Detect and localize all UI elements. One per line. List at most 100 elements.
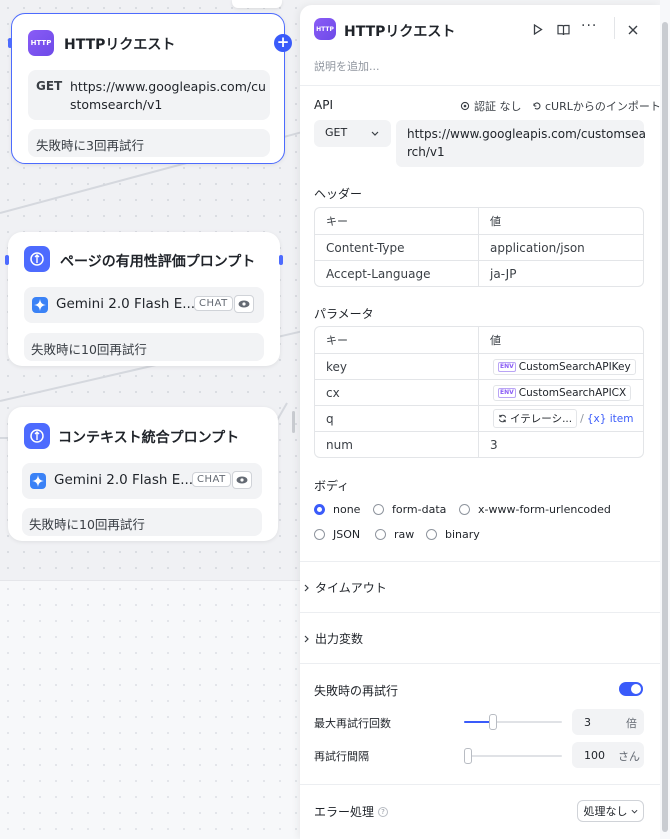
param-key[interactable]: cx bbox=[315, 380, 479, 405]
loop-variable-chip[interactable]: イテレーシ... bbox=[493, 409, 578, 428]
book-icon[interactable] bbox=[557, 24, 570, 36]
help-icon[interactable]: ? bbox=[378, 806, 389, 817]
radio-label: JSON bbox=[333, 528, 361, 541]
radio-json[interactable] bbox=[314, 529, 325, 540]
node-title: HTTPリクエスト bbox=[64, 37, 176, 53]
radio-form-data[interactable] bbox=[373, 504, 384, 515]
max-retry-label: 最大再試行回数 bbox=[314, 717, 391, 730]
node-input-port[interactable] bbox=[5, 255, 9, 265]
run-icon[interactable] bbox=[533, 24, 543, 35]
item-variable[interactable]: {x} item bbox=[587, 413, 634, 425]
chevron-down-icon bbox=[371, 131, 379, 136]
max-retry-value: 3 bbox=[584, 716, 591, 729]
description-input[interactable]: 説明を追加... bbox=[314, 58, 380, 74]
radio-urlencoded[interactable] bbox=[459, 504, 470, 515]
param-value[interactable]: ENV CustomSearchAPIKey bbox=[479, 354, 643, 379]
loop-icon bbox=[498, 414, 507, 423]
param-value[interactable]: 3 bbox=[479, 432, 643, 457]
retry-interval-input[interactable]: 100 さん bbox=[572, 742, 644, 768]
close-icon[interactable] bbox=[628, 25, 638, 35]
section-divider bbox=[300, 561, 660, 562]
table-row[interactable]: q イテレーシ... / {x} item bbox=[315, 405, 643, 431]
retry-interval-value: 100 bbox=[584, 749, 605, 762]
canvas-toolbar-edge bbox=[232, 0, 282, 8]
headers-section-label: ヘッダー bbox=[314, 187, 363, 201]
auth-button[interactable]: 認証 なし bbox=[460, 98, 522, 114]
eye-icon[interactable] bbox=[234, 295, 254, 313]
param-key[interactable]: q bbox=[315, 406, 479, 431]
url-input[interactable]: https://www.googleapis.com/customsea rch… bbox=[396, 120, 647, 167]
max-retry-unit: 倍 bbox=[626, 717, 637, 730]
resize-handle[interactable] bbox=[292, 411, 295, 433]
method-select[interactable]: GET bbox=[314, 120, 391, 147]
params-table: キー 値 key ENV CustomSearchAPIKey cx ENV Cus… bbox=[314, 326, 644, 458]
eye-icon[interactable] bbox=[232, 471, 252, 489]
radio-label: binary bbox=[445, 528, 480, 541]
max-retry-input[interactable]: 3 倍 bbox=[572, 709, 644, 735]
prompt-node-icon bbox=[24, 423, 50, 449]
radio-none[interactable] bbox=[314, 504, 325, 515]
header-key[interactable]: Content-Type bbox=[315, 235, 479, 260]
body-section-label: ボディ bbox=[314, 479, 350, 493]
timeout-section-toggle[interactable]: タイムアウト bbox=[304, 579, 387, 596]
node-model-box: Gemini 2.0 Flash E... CHAT bbox=[24, 287, 264, 323]
env-variable-chip[interactable]: ENV CustomSearchAPICX bbox=[493, 384, 632, 401]
env-variable-chip[interactable]: ENV CustomSearchAPIKey bbox=[493, 358, 636, 375]
node-http-request[interactable]: HTTP HTTPリクエスト GET https://www.googleapi… bbox=[11, 13, 285, 164]
workflow-canvas[interactable]: HTTP HTTPリクエスト GET https://www.googleapi… bbox=[0, 0, 300, 839]
radio-binary[interactable] bbox=[426, 529, 437, 540]
node-title: ページの有用性評価プロンプト bbox=[60, 254, 256, 270]
table-row[interactable]: Accept-Language ja-JP bbox=[315, 260, 643, 286]
retry-interval-unit: さん bbox=[618, 750, 640, 763]
timeout-label: タイムアウト bbox=[315, 581, 387, 595]
node-title: コンテキスト統合プロンプト bbox=[58, 430, 240, 446]
retry-interval-slider-track[interactable] bbox=[464, 755, 562, 757]
param-value[interactable]: ENV CustomSearchAPICX bbox=[479, 380, 643, 405]
node-url-box: GET https://www.googleapis.com/cu stomse… bbox=[28, 70, 270, 120]
param-key[interactable]: key bbox=[315, 354, 479, 379]
node-retry-box: 失敗時に10回再試行 bbox=[22, 508, 262, 536]
url-line1: https://www.googleapis.com/customsea bbox=[407, 127, 647, 141]
node-page-eval-prompt[interactable]: ページの有用性評価プロンプト Gemini 2.0 Flash E... CHA… bbox=[8, 232, 280, 366]
panel-title[interactable]: HTTPリクエスト bbox=[344, 21, 455, 41]
node-settings-panel: HTTP HTTPリクエスト ··· 説明を追加... API 認証 なし cU… bbox=[300, 5, 660, 839]
table-row[interactable]: key ENV CustomSearchAPIKey bbox=[315, 353, 643, 379]
header-key[interactable]: Accept-Language bbox=[315, 261, 479, 286]
curl-import-button[interactable]: cURLからのインポート bbox=[532, 98, 660, 114]
retry-toggle[interactable] bbox=[619, 682, 643, 696]
table-row[interactable]: cx ENV CustomSearchAPICX bbox=[315, 379, 643, 405]
param-value[interactable]: イテレーシ... / {x} item bbox=[479, 406, 643, 431]
max-retry-slider-thumb[interactable] bbox=[489, 714, 497, 730]
scrollbar-thumb[interactable] bbox=[662, 22, 668, 832]
retry-interval-label: 再試行間隔 bbox=[314, 750, 369, 763]
node-context-prompt[interactable]: コンテキスト統合プロンプト Gemini 2.0 Flash E... CHAT… bbox=[8, 407, 278, 541]
api-section-label: API bbox=[314, 98, 333, 112]
node-retry-box: 失敗時に3回再試行 bbox=[28, 129, 270, 157]
auth-label: 認証 なし bbox=[474, 100, 522, 113]
radio-raw[interactable] bbox=[375, 529, 386, 540]
header-value[interactable]: ja-JP bbox=[479, 261, 643, 286]
param-key[interactable]: num bbox=[315, 432, 479, 457]
table-row[interactable]: Content-Type application/json bbox=[315, 234, 643, 260]
env-icon: ENV bbox=[498, 361, 516, 372]
error-handling-select[interactable]: 処理なし bbox=[577, 800, 644, 822]
add-node-plus-icon[interactable]: + bbox=[274, 34, 292, 52]
canvas-empty-area[interactable] bbox=[0, 580, 300, 839]
node-input-port[interactable] bbox=[8, 38, 12, 48]
env-variable-name: CustomSearchAPIKey bbox=[518, 360, 631, 373]
chevron-down-icon bbox=[631, 809, 637, 814]
output-section-toggle[interactable]: 出力変数 bbox=[304, 630, 363, 647]
node-output-port[interactable] bbox=[279, 255, 283, 265]
http-badge-icon: HTTP bbox=[28, 30, 54, 56]
retry-interval-slider-thumb[interactable] bbox=[464, 748, 472, 764]
error-label: エラー処理 bbox=[314, 805, 375, 819]
params-section-label: パラメータ bbox=[314, 307, 374, 321]
node-retry-box: 失敗時に10回再試行 bbox=[24, 333, 264, 361]
node-retry-label: 失敗時に10回再試行 bbox=[29, 517, 145, 532]
header-value[interactable]: application/json bbox=[479, 235, 643, 260]
more-icon[interactable]: ··· bbox=[581, 18, 597, 34]
http-badge-icon: HTTP bbox=[314, 18, 336, 40]
node-method: GET bbox=[36, 79, 63, 93]
table-row[interactable]: num 3 bbox=[315, 431, 643, 457]
curl-import-label: cURLからのインポート bbox=[545, 100, 660, 113]
